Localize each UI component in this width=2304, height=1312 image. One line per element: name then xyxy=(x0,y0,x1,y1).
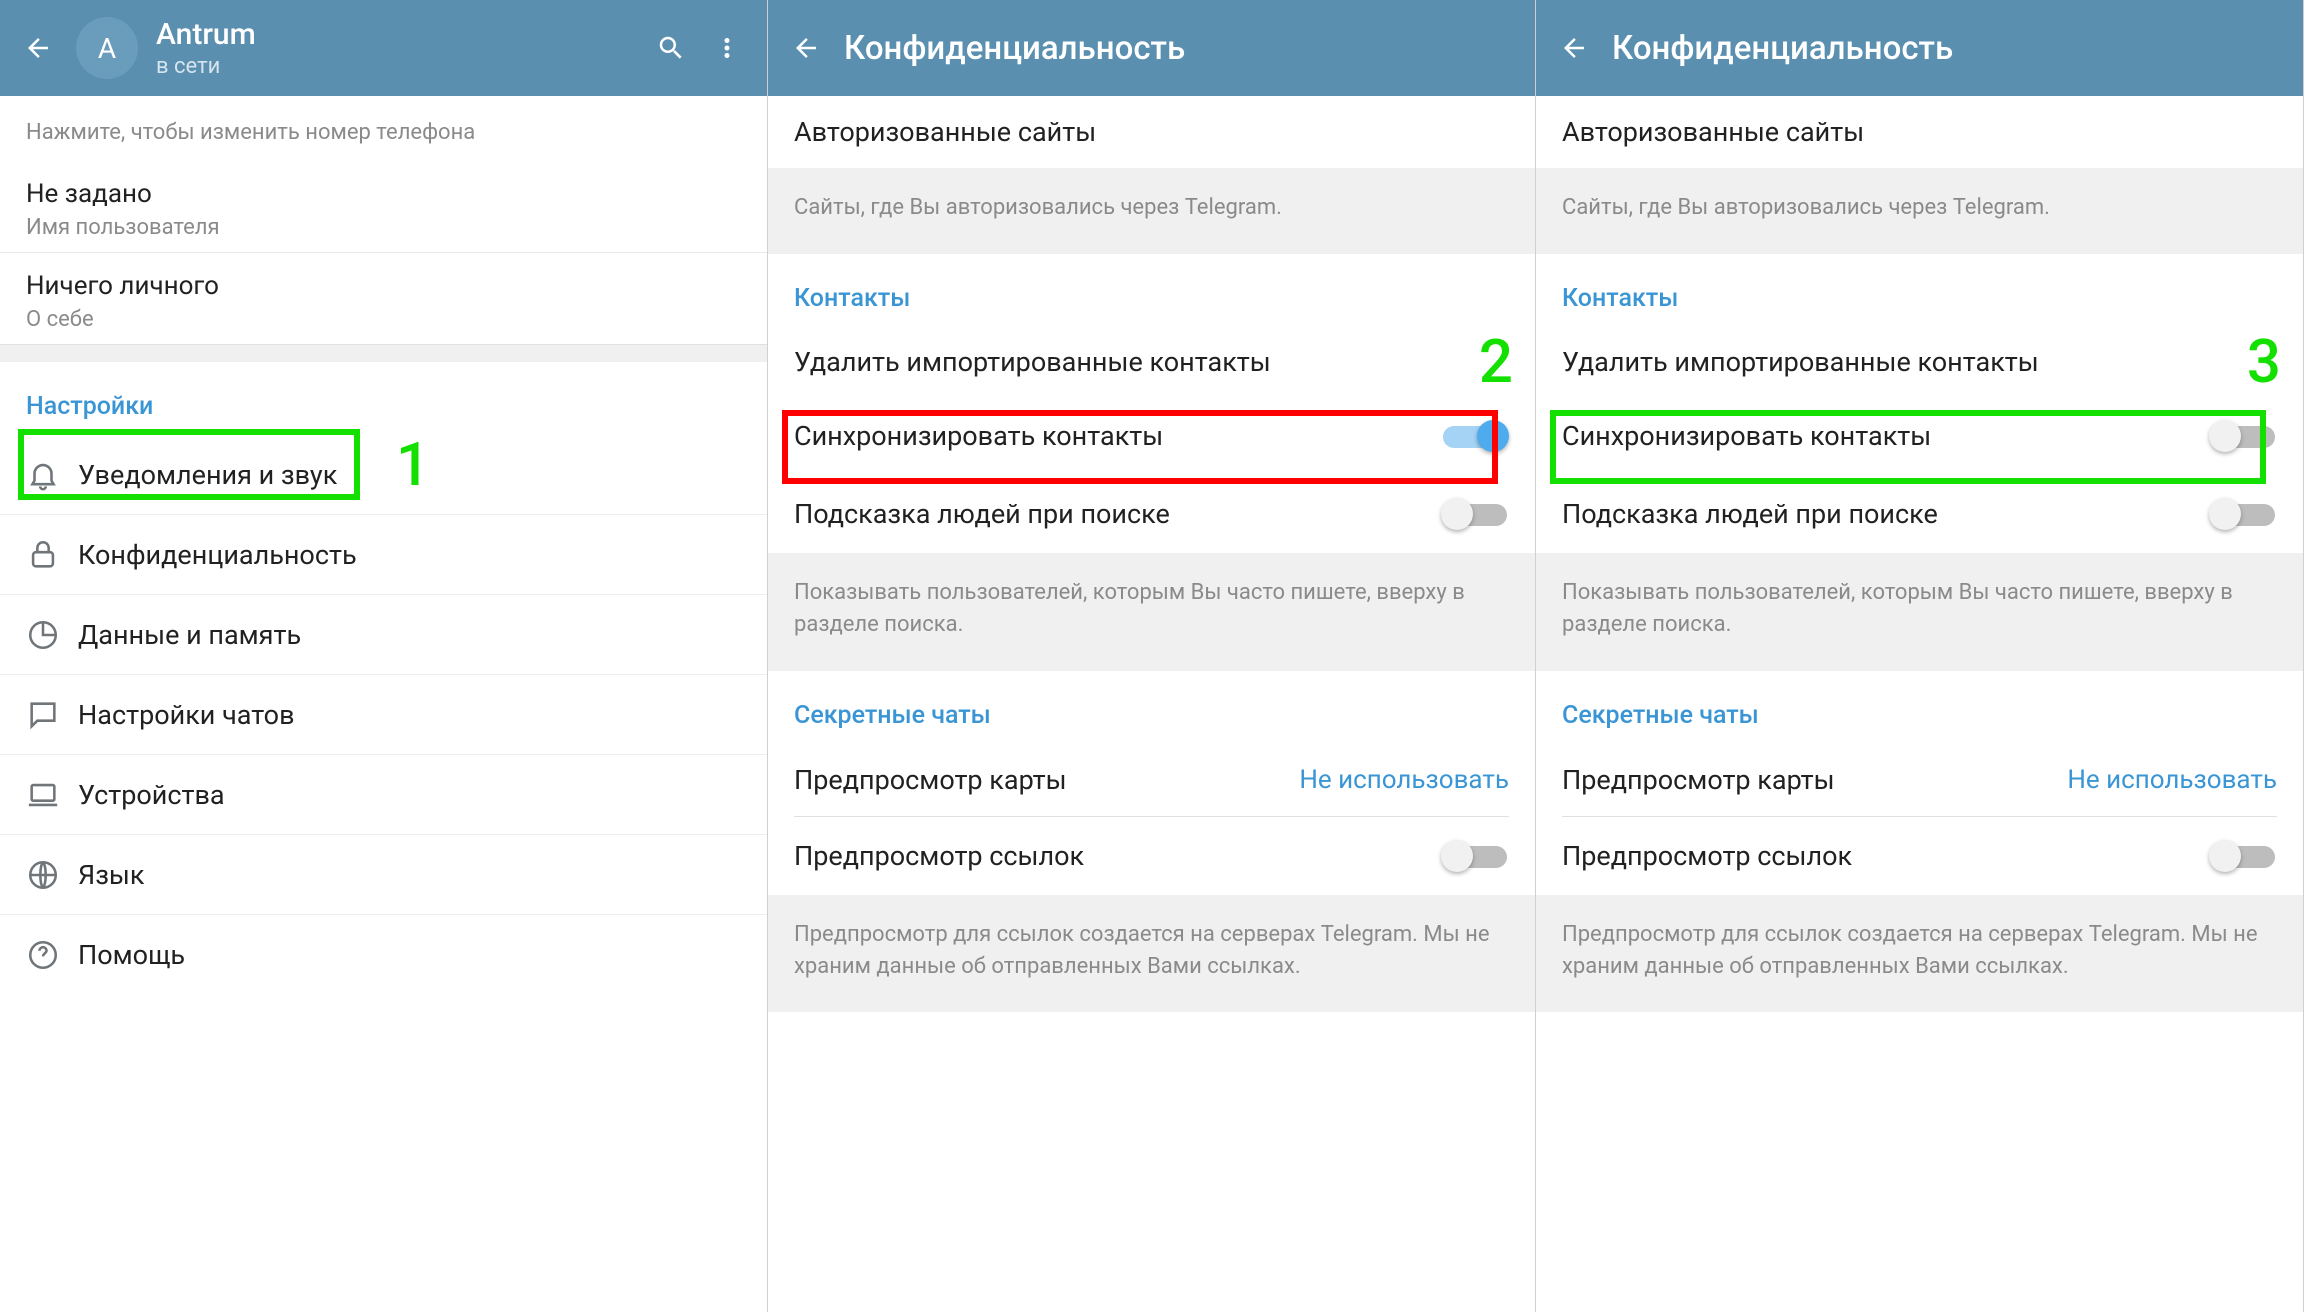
back-button[interactable] xyxy=(1554,28,1594,68)
authorized-websites-row[interactable]: Авторизованные сайты xyxy=(768,96,1535,168)
profile-name: Antrum xyxy=(156,17,637,52)
sync-contacts-row[interactable]: Синхронизировать контакты xyxy=(768,397,1535,475)
suggest-people-toggle[interactable] xyxy=(1441,498,1509,530)
arrow-back-icon xyxy=(23,33,53,63)
delete-imported-row[interactable]: Удалить импортированные контакты xyxy=(768,327,1535,397)
pane-profile: А Antrum в сети Нажмите, чтобы изменить … xyxy=(0,0,768,1312)
menu-devices[interactable]: Устройства xyxy=(0,755,767,835)
menu-privacy[interactable]: Конфиденциальность xyxy=(0,515,767,595)
chat-icon xyxy=(26,698,60,732)
username-row[interactable]: Не задано Имя пользователя xyxy=(0,161,767,253)
suggest-people-toggle[interactable] xyxy=(2209,498,2277,530)
bell-icon xyxy=(26,458,60,492)
arrow-back-icon xyxy=(791,33,821,63)
arrow-back-icon xyxy=(1559,33,1589,63)
map-preview-row[interactable]: Предпросмотр карты Не использовать xyxy=(768,744,1535,816)
annotation-number-2: 2 xyxy=(1479,326,1513,397)
privacy-appbar: Конфиденциальность xyxy=(768,0,1535,96)
avatar[interactable]: А xyxy=(76,17,138,79)
page-title: Конфиденциальность xyxy=(844,29,1517,68)
pane-privacy-before: Конфиденциальность Авторизованные сайты … xyxy=(768,0,1536,1312)
back-button[interactable] xyxy=(18,28,58,68)
privacy-appbar: Конфиденциальность xyxy=(1536,0,2303,96)
more-vert-icon xyxy=(712,33,742,63)
help-icon xyxy=(26,938,60,972)
link-preview-row[interactable]: Предпросмотр ссылок xyxy=(768,817,1535,895)
suggest-people-row[interactable]: Подсказка людей при поиске xyxy=(768,475,1535,553)
secret-chats-header: Секретные чаты xyxy=(768,671,1535,744)
suggest-hint: Показывать пользователей, которым Вы час… xyxy=(1536,553,2303,671)
menu-language[interactable]: Язык xyxy=(0,835,767,915)
map-preview-row[interactable]: Предпросмотр карты Не использовать xyxy=(1536,744,2303,816)
pane-privacy-after: Конфиденциальность Авторизованные сайты … xyxy=(1536,0,2304,1312)
link-hint: Предпросмотр для ссылок создается на сер… xyxy=(768,895,1535,1013)
pie-icon xyxy=(26,618,60,652)
laptop-icon xyxy=(26,778,60,812)
annotation-number-1: 1 xyxy=(396,429,430,500)
authorized-websites-row[interactable]: Авторизованные сайты xyxy=(1536,96,2303,168)
menu-notifications[interactable]: Уведомления и звук xyxy=(0,435,767,515)
menu-help[interactable]: Помощь xyxy=(0,915,767,995)
settings-header: Настройки xyxy=(0,362,767,435)
profile-title-column: Antrum в сети xyxy=(156,17,637,79)
privacy-body: Авторизованные сайты Сайты, где Вы автор… xyxy=(1536,96,2303,1312)
search-button[interactable] xyxy=(649,26,693,70)
page-title: Конфиденциальность xyxy=(1612,29,2285,68)
privacy-body: Авторизованные сайты Сайты, где Вы автор… xyxy=(768,96,1535,1312)
section-gap xyxy=(0,344,767,362)
sync-contacts-toggle[interactable] xyxy=(2209,420,2277,452)
authorized-hint: Сайты, где Вы авторизовались через Teleg… xyxy=(768,168,1535,254)
bio-row[interactable]: Ничего личного О себе xyxy=(0,253,767,344)
profile-appbar: А Antrum в сети xyxy=(0,0,767,96)
profile-body: Нажмите, чтобы изменить номер телефона Н… xyxy=(0,96,767,1312)
link-preview-toggle[interactable] xyxy=(2209,840,2277,872)
secret-chats-header: Секретные чаты xyxy=(1536,671,2303,744)
contacts-header: Контакты xyxy=(1536,254,2303,327)
profile-status: в сети xyxy=(156,54,637,79)
annotation-number-3: 3 xyxy=(2247,326,2281,397)
menu-chats[interactable]: Настройки чатов xyxy=(0,675,767,755)
more-button[interactable] xyxy=(705,26,749,70)
phone-hint[interactable]: Нажмите, чтобы изменить номер телефона xyxy=(0,96,767,161)
search-icon xyxy=(656,33,686,63)
suggest-hint: Показывать пользователей, которым Вы час… xyxy=(768,553,1535,671)
suggest-people-row[interactable]: Подсказка людей при поиске xyxy=(1536,475,2303,553)
link-hint: Предпросмотр для ссылок создается на сер… xyxy=(1536,895,2303,1013)
back-button[interactable] xyxy=(786,28,826,68)
lock-icon xyxy=(26,538,60,572)
sync-contacts-row[interactable]: Синхронизировать контакты xyxy=(1536,397,2303,475)
globe-icon xyxy=(26,858,60,892)
link-preview-toggle[interactable] xyxy=(1441,840,1509,872)
delete-imported-row[interactable]: Удалить импортированные контакты xyxy=(1536,327,2303,397)
menu-data[interactable]: Данные и память xyxy=(0,595,767,675)
sync-contacts-toggle[interactable] xyxy=(1441,420,1509,452)
link-preview-row[interactable]: Предпросмотр ссылок xyxy=(1536,817,2303,895)
contacts-header: Контакты xyxy=(768,254,1535,327)
authorized-hint: Сайты, где Вы авторизовались через Teleg… xyxy=(1536,168,2303,254)
